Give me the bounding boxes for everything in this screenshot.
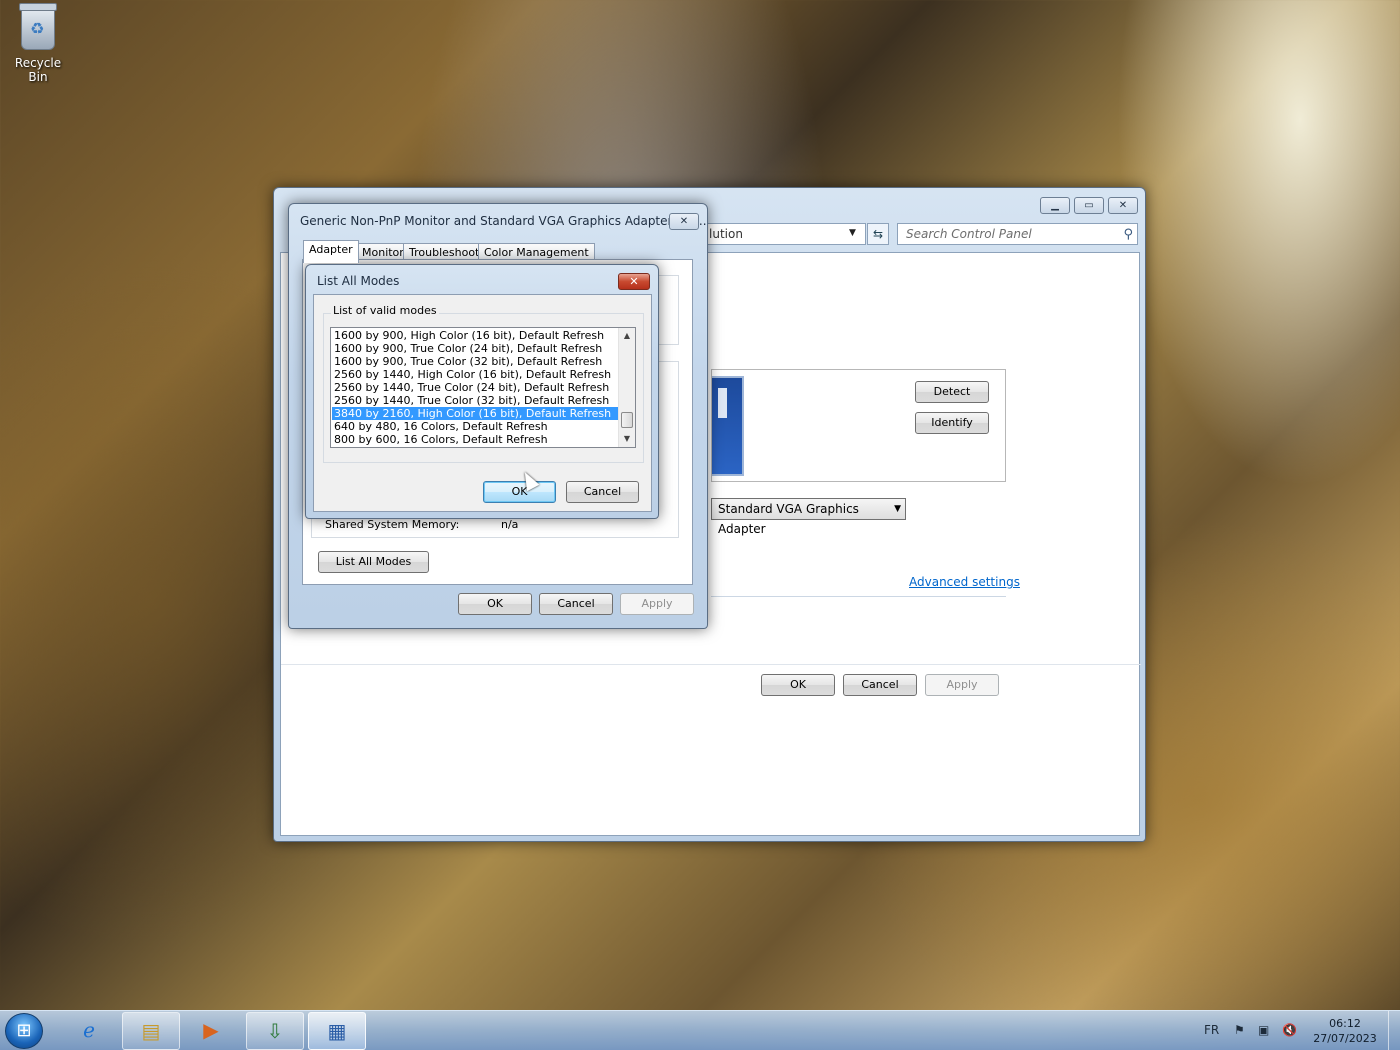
chevron-down-icon: ▼: [894, 504, 901, 514]
list-item[interactable]: 3840 by 2160, High Color (16 bit), Defau…: [332, 407, 618, 420]
clock-time: 06:12: [1329, 1017, 1361, 1030]
apply-button[interactable]: Apply: [925, 674, 999, 696]
clock[interactable]: 06:12 27/07/2023: [1312, 1016, 1378, 1046]
list-all-modes-button[interactable]: List All Modes: [318, 551, 429, 573]
minimize-button[interactable]: ▁: [1040, 197, 1070, 214]
close-button[interactable]: ✕: [669, 213, 699, 230]
search-icon[interactable]: ⚲: [1123, 225, 1133, 245]
scroll-down-icon[interactable]: ▼: [619, 432, 635, 446]
modes-listbox[interactable]: 1600 by 900, High Color (16 bit), Defaul…: [330, 327, 636, 448]
list-item[interactable]: 2560 by 1440, True Color (24 bit), Defau…: [332, 381, 618, 394]
list-all-modes-dialog: List All Modes ✕ List of valid modes 160…: [305, 264, 659, 519]
start-icon[interactable]: ⊞: [5, 1013, 43, 1049]
detect-button[interactable]: Detect: [915, 381, 989, 403]
close-button[interactable]: ✕: [1108, 197, 1138, 214]
search-input[interactable]: Search Control Panel ⚲: [897, 223, 1138, 245]
vertical-scrollbar[interactable]: ▲ ▼: [618, 328, 635, 447]
ok-button[interactable]: OK: [761, 674, 835, 696]
divider: [281, 664, 1141, 665]
network-icon[interactable]: ▣: [1258, 1023, 1269, 1037]
control-panel-icon[interactable]: ▦: [308, 1012, 366, 1050]
cancel-button[interactable]: Cancel: [539, 593, 613, 615]
display-preview-box: Detect Identify: [711, 369, 1006, 482]
maximize-button[interactable]: ▭: [1074, 197, 1104, 214]
shared-memory-label: Shared System Memory:: [325, 518, 460, 531]
dialog-title: Generic Non-PnP Monitor and Standard VGA…: [300, 214, 707, 228]
monitor-icon[interactable]: [712, 376, 744, 476]
scroll-thumb[interactable]: [621, 412, 633, 428]
language-indicator[interactable]: FR: [1204, 1023, 1219, 1037]
apply-button[interactable]: Apply: [620, 593, 694, 615]
action-center-flag-icon[interactable]: ⚑: [1234, 1023, 1245, 1037]
dialog-title: List All Modes: [317, 274, 400, 288]
shared-memory-value: n/a: [501, 518, 519, 531]
file-explorer-icon[interactable]: ▤: [122, 1012, 180, 1050]
clock-date: 27/07/2023: [1313, 1032, 1377, 1045]
taskbar: ⊞ ℯ ▤ ▶ ⇩ ▦ FR ⚑ ▣ 🔇 06:12 27/07/2023: [0, 1010, 1400, 1050]
list-item[interactable]: 2560 by 1440, True Color (32 bit), Defau…: [332, 394, 618, 407]
modes-list: 1600 by 900, High Color (16 bit), Defaul…: [332, 329, 618, 446]
recycle-bin-desktop-icon[interactable]: Recycle Bin: [4, 3, 72, 84]
show-desktop-button[interactable]: [1388, 1011, 1400, 1050]
scroll-up-icon[interactable]: ▲: [619, 329, 635, 343]
divider: [711, 596, 1006, 597]
display-select[interactable]: Standard VGA Graphics Adapter ▼: [711, 498, 906, 536]
list-item[interactable]: 800 by 600, 16 Colors, Default Refresh: [332, 433, 618, 446]
volume-muted-icon[interactable]: 🔇: [1282, 1023, 1297, 1037]
ok-button[interactable]: OK: [458, 593, 532, 615]
address-dropdown-icon[interactable]: ▼: [849, 228, 856, 238]
list-item[interactable]: 2560 by 1440, High Color (16 bit), Defau…: [332, 368, 618, 381]
display-select-value: Standard VGA Graphics Adapter: [718, 502, 859, 536]
list-all-modes-client: List of valid modes 1600 by 900, High Co…: [313, 294, 652, 512]
media-player-icon[interactable]: ▶: [182, 1012, 240, 1050]
list-item[interactable]: 1600 by 900, High Color (16 bit), Defaul…: [332, 329, 618, 342]
cancel-button[interactable]: Cancel: [843, 674, 917, 696]
list-item[interactable]: 640 by 480, 16 Colors, Default Refresh: [332, 420, 618, 433]
internet-explorer-icon[interactable]: ℯ: [60, 1012, 118, 1050]
advanced-settings-link[interactable]: Advanced settings: [909, 575, 1020, 589]
search-placeholder: Search Control Panel: [906, 227, 1032, 241]
refresh-icon[interactable]: ⇆: [867, 223, 889, 245]
recycle-bin-label: Recycle Bin: [14, 56, 62, 84]
identify-button[interactable]: Identify: [915, 412, 989, 434]
ok-button[interactable]: OK: [483, 481, 556, 503]
cancel-button[interactable]: Cancel: [566, 481, 639, 503]
recycle-bin-icon: [19, 3, 57, 50]
list-item[interactable]: 1600 by 900, True Color (24 bit), Defaul…: [332, 342, 618, 355]
network-app-icon[interactable]: ⇩: [246, 1012, 304, 1050]
address-bar[interactable]: lution: [704, 223, 866, 245]
tab-adapter[interactable]: Adapter: [303, 240, 359, 263]
valid-modes-group-label: List of valid modes: [331, 304, 439, 317]
close-button[interactable]: ✕: [618, 273, 650, 290]
list-item[interactable]: 1600 by 900, True Color (32 bit), Defaul…: [332, 355, 618, 368]
